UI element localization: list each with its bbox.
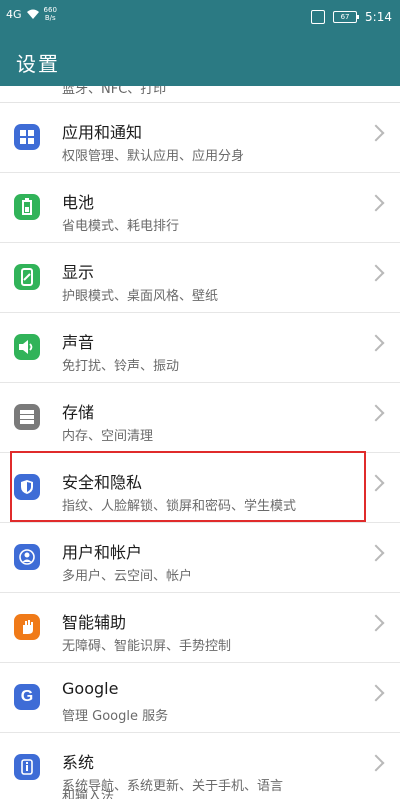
settings-item-storage[interactable]: 存储 内存、空间清理	[0, 383, 400, 453]
wifi-icon	[26, 9, 39, 19]
storage-icon	[14, 404, 40, 430]
vibrate-icon	[311, 10, 326, 24]
settings-item-sub: 权限管理、默认应用、应用分身	[62, 149, 245, 164]
chevron-right-icon	[367, 194, 385, 212]
clock: 5:14	[365, 10, 392, 24]
chevron-right-icon	[367, 684, 385, 702]
chevron-right-icon	[367, 544, 385, 562]
chevron-right-icon	[367, 124, 385, 142]
partial-row-top[interactable]: 蓝牙、NFC、打印	[0, 86, 400, 103]
chevron-right-icon	[367, 754, 385, 772]
network-speed: 660 B/s	[44, 6, 57, 22]
status-bar: 4G 660 B/s 67 5:14	[0, 0, 400, 34]
speed-value: 660	[43, 6, 57, 14]
settings-item-sub: 免打扰、铃声、振动	[62, 359, 180, 374]
chevron-right-icon	[367, 614, 385, 632]
settings-item-sub: 管理 Google 服务	[62, 709, 169, 724]
settings-item-title: 电池	[62, 193, 95, 212]
settings-item-sound[interactable]: 声音 免打扰、铃声、振动	[0, 313, 400, 383]
status-left: 4G 660 B/s	[6, 6, 57, 22]
settings-item-sub: 护眼模式、桌面风格、壁纸	[62, 289, 219, 304]
settings-item-battery[interactable]: 电池 省电模式、耗电排行	[0, 173, 400, 243]
settings-item-title: 系统	[62, 753, 95, 772]
partial-row-sub: 和输入法	[62, 789, 115, 799]
user-icon	[14, 544, 40, 570]
settings-item-sub: 无障碍、智能识屏、手势控制	[62, 639, 232, 654]
settings-item-display[interactable]: 显示 护眼模式、桌面风格、壁纸	[0, 243, 400, 313]
settings-item-title: Google	[62, 679, 119, 698]
app-bar: 设置	[0, 34, 400, 86]
hand-icon	[14, 614, 40, 640]
highlight-box	[10, 451, 366, 522]
status-right: 67 5:14	[311, 10, 392, 24]
apps-grid-icon	[14, 124, 40, 150]
settings-item-smart-assist[interactable]: 智能辅助 无障碍、智能识屏、手势控制	[0, 593, 400, 663]
chevron-right-icon	[367, 404, 385, 422]
settings-item-system[interactable]: 系统 系统导航、系统更新、关于手机、语言	[0, 733, 400, 799]
settings-item-title: 存储	[62, 403, 95, 422]
speed-unit: B/s	[44, 14, 56, 22]
settings-item-title: 应用和通知	[62, 123, 143, 142]
battery-indicator: 67	[333, 11, 360, 23]
settings-item-sub: 多用户、云空间、帐户	[62, 569, 193, 584]
battery-level: 67	[340, 13, 350, 21]
settings-list[interactable]: 蓝牙、NFC、打印 应用和通知 权限管理、默认应用、应用分身 电池 省电模式、耗…	[0, 86, 400, 799]
settings-item-title: 用户和帐户	[62, 543, 143, 562]
settings-item-users-accounts[interactable]: 用户和帐户 多用户、云空间、帐户	[0, 523, 400, 593]
system-info-icon	[14, 754, 40, 780]
settings-item-sub: 内存、空间清理	[62, 429, 154, 444]
partial-row-sub: 蓝牙、NFC、打印	[62, 86, 167, 97]
google-icon: G	[14, 684, 40, 710]
page-title: 设置	[16, 52, 60, 76]
network-label: 4G	[6, 7, 22, 21]
chevron-right-icon	[367, 264, 385, 282]
settings-item-google[interactable]: G Google 管理 Google 服务	[0, 663, 400, 733]
display-icon	[14, 264, 40, 290]
chevron-right-icon	[367, 474, 385, 492]
settings-item-apps[interactable]: 应用和通知 权限管理、默认应用、应用分身	[0, 103, 400, 173]
settings-item-title: 声音	[62, 333, 95, 352]
chevron-right-icon	[367, 334, 385, 352]
settings-item-sub: 省电模式、耗电排行	[62, 219, 180, 234]
battery-icon	[14, 194, 40, 220]
speaker-icon	[14, 334, 40, 360]
settings-item-title: 智能辅助	[62, 613, 127, 632]
settings-item-title: 显示	[62, 263, 95, 282]
